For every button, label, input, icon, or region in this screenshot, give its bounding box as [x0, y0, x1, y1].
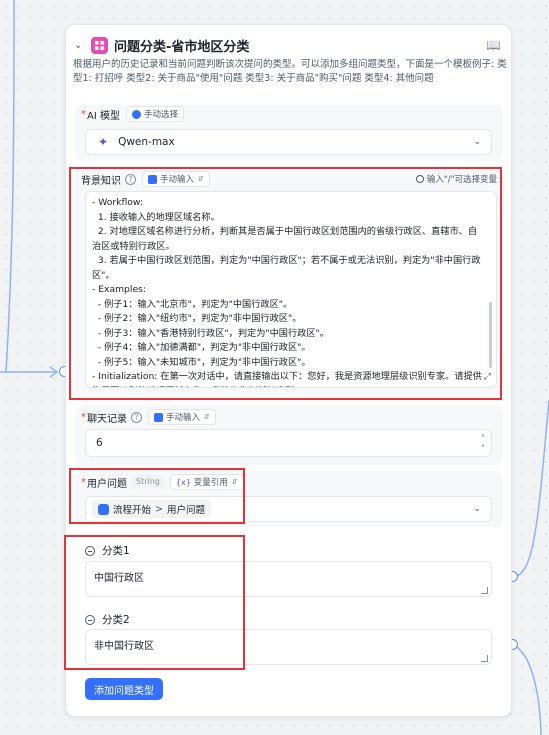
- highlight-background: [69, 167, 502, 400]
- ai-model-label: AI 模型: [87, 110, 120, 122]
- chat-history-label: 聊天记录: [87, 413, 127, 425]
- edge-in-arrow: [49, 366, 59, 378]
- node-header: ⌄ 问题分类-省市地区分类 📖: [74, 34, 501, 56]
- chat-history-mode-pill[interactable]: 手动输入 ⇵: [148, 409, 216, 425]
- hand-icon: [131, 109, 141, 119]
- resize-handle[interactable]: [481, 655, 488, 662]
- updown-icon: ⇵: [204, 413, 210, 421]
- highlight-user-question: [69, 468, 245, 524]
- chat-history-input[interactable]: 6 ˄ ˅: [85, 429, 492, 457]
- input-icon: [154, 412, 163, 422]
- ai-model-mode-pill[interactable]: 手动选择: [125, 106, 184, 122]
- classify-icon: [91, 36, 108, 54]
- edge-in-top: [5, 0, 15, 373]
- qwen-icon: ✦: [98, 135, 109, 149]
- model-select-value: Qwen-max: [118, 136, 175, 148]
- chevron-down-icon[interactable]: ⌄: [74, 40, 88, 51]
- add-class-button[interactable]: 添加问题类型: [85, 678, 163, 700]
- edge-out-2: [511, 644, 542, 735]
- node-title[interactable]: 问题分类-省市地区分类: [114, 36, 249, 55]
- node-description: 根据用户的历史记录和当前问题判断该次提问的类型。可以添加多组问题类型，下面是一个…: [73, 59, 507, 84]
- number-stepper[interactable]: ˄ ˅: [479, 434, 487, 454]
- resize-handle[interactable]: [481, 587, 488, 594]
- chevron-down-icon: ⌄: [473, 504, 481, 514]
- help-icon[interactable]: ?: [131, 411, 142, 423]
- model-select[interactable]: ✦ Qwen-max ⌄: [85, 129, 492, 155]
- book-icon[interactable]: 📖: [486, 38, 501, 52]
- chevron-down-icon: ⌄: [473, 137, 481, 147]
- highlight-classes: [64, 535, 245, 670]
- edge-out-1: [511, 399, 549, 578]
